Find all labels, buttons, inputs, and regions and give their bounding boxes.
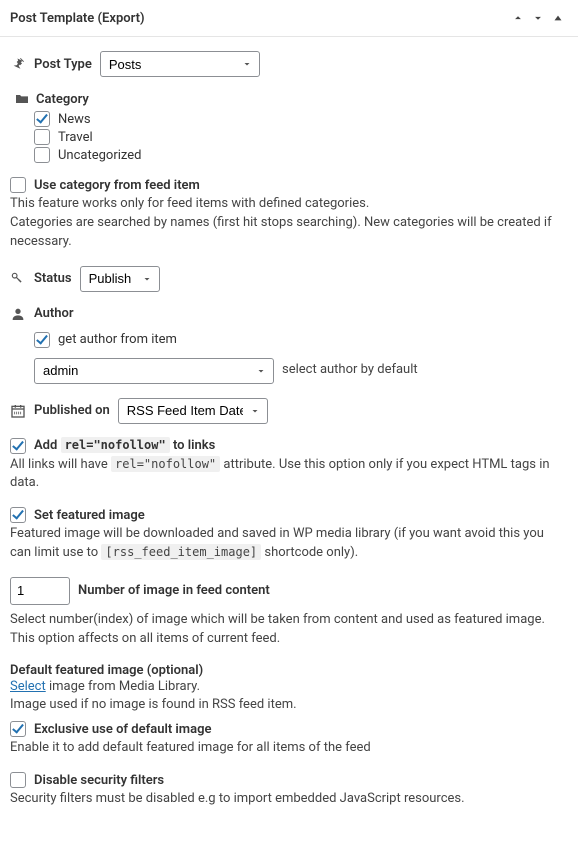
category-item: Travel <box>34 129 568 145</box>
image-number-desc: Select number(index) of image which will… <box>10 611 568 649</box>
security-section: Disable security filters Security filter… <box>10 772 568 809</box>
author-get-from-item-label: get author from item <box>58 332 177 347</box>
category-item-label: News <box>58 112 91 127</box>
exclusive-default-checkbox[interactable] <box>10 721 26 737</box>
nofollow-checkbox[interactable] <box>10 438 26 454</box>
status-label: Status <box>34 271 72 286</box>
default-image-select-link[interactable]: Select <box>10 679 46 694</box>
image-number-input[interactable] <box>10 577 70 605</box>
nofollow-section: Add rel="nofollow" to links All links wi… <box>10 438 568 494</box>
pin-icon <box>10 56 26 72</box>
status-select[interactable]: Publish <box>80 266 160 292</box>
default-image-desc: Image used if no image is found in RSS f… <box>10 696 568 715</box>
category-item: News <box>34 111 568 127</box>
security-desc: Security filters must be disabled e.g to… <box>10 790 568 809</box>
category-item-label: Travel <box>58 130 93 145</box>
calendar-icon <box>10 403 26 419</box>
image-number-section: Number of image in feed content Select n… <box>10 577 568 649</box>
post-type-row: Post Type Posts <box>10 51 568 77</box>
author-label: Author <box>34 306 74 321</box>
move-down-icon[interactable] <box>528 8 548 28</box>
category-checkbox-travel[interactable] <box>34 129 50 145</box>
category-section: Category News Travel Uncategorized <box>10 91 568 163</box>
toggle-collapse-icon[interactable] <box>548 8 568 28</box>
use-category-desc1: This feature works only for feed items w… <box>10 195 568 214</box>
category-checkbox-uncategorized[interactable] <box>34 147 50 163</box>
category-item: Uncategorized <box>34 147 568 163</box>
featured-image-checkbox[interactable] <box>10 507 26 523</box>
author-select[interactable]: admin <box>34 358 274 384</box>
post-type-label: Post Type <box>34 57 92 72</box>
author-default-hint: select author by default <box>282 361 418 380</box>
user-icon <box>10 306 26 322</box>
use-category-desc2: Categories are searched by names (first … <box>10 214 568 252</box>
nofollow-desc: All links will have rel="nofollow" attri… <box>10 456 568 494</box>
security-label: Disable security filters <box>34 773 164 788</box>
post-type-select[interactable]: Posts <box>100 51 260 77</box>
category-label: Category <box>36 92 89 107</box>
exclusive-default-desc: Enable it to add default featured image … <box>10 739 568 758</box>
move-up-icon[interactable] <box>508 8 528 28</box>
folder-icon <box>14 91 30 107</box>
use-category-label: Use category from feed item <box>34 178 200 193</box>
default-image-title: Default featured image (optional) <box>10 663 568 678</box>
featured-image-label: Set featured image <box>34 508 145 523</box>
author-get-from-item-checkbox[interactable] <box>34 332 50 348</box>
key-icon <box>10 271 26 287</box>
published-on-row: Published on RSS Feed Item Date <box>10 398 568 424</box>
status-row: Status Publish <box>10 266 568 292</box>
published-on-label: Published on <box>34 403 110 418</box>
panel-header: Post Template (Export) <box>0 0 578 37</box>
author-section: Author get author from item admin select… <box>10 306 568 384</box>
security-checkbox[interactable] <box>10 772 26 788</box>
default-image-section: Default featured image (optional) Select… <box>10 663 568 759</box>
panel-title: Post Template (Export) <box>10 11 508 26</box>
category-item-label: Uncategorized <box>58 148 141 163</box>
use-category-section: Use category from feed item This feature… <box>10 177 568 252</box>
featured-image-section: Set featured image Featured image will b… <box>10 507 568 563</box>
use-category-checkbox[interactable] <box>10 177 26 193</box>
image-number-label: Number of image in feed content <box>78 583 270 598</box>
nofollow-label: Add rel="nofollow" to links <box>34 438 215 453</box>
exclusive-default-label: Exclusive use of default image <box>34 722 211 737</box>
featured-image-desc: Featured image will be downloaded and sa… <box>10 525 568 563</box>
default-image-select-rest: image from Media Library. <box>49 679 200 694</box>
published-on-select[interactable]: RSS Feed Item Date <box>118 398 268 424</box>
category-checkbox-news[interactable] <box>34 111 50 127</box>
panel-body: Post Type Posts Category News Travel Unc… <box>0 37 578 843</box>
